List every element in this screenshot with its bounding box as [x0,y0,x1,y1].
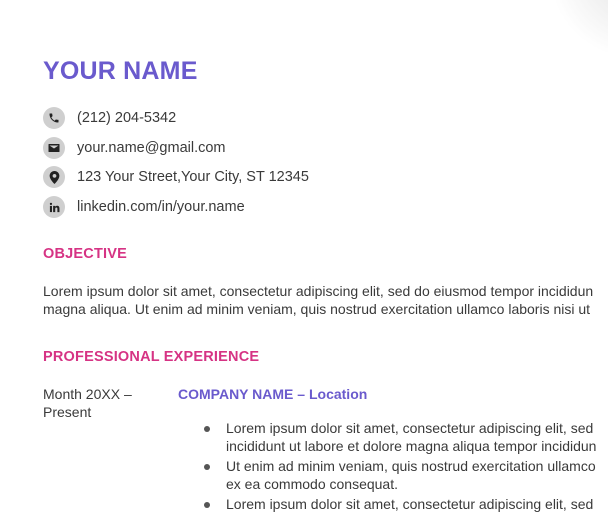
bullet-line: Ut enim ad minim veniam, quis nostrud ex… [226,458,596,474]
phone-icon [43,107,65,129]
contact-list: (212) 204-5342 your.name@gmail.com 123 Y… [43,107,309,226]
experience-heading: PROFESSIONAL EXPERIENCE [43,349,260,365]
linkedin-icon [43,196,65,219]
objective-paragraph: Lorem ipsum dolor sit amet, consectetur … [43,283,608,318]
bullet-dot-icon [204,502,210,508]
contact-phone: (212) 204-5342 [43,107,309,129]
envelope-icon [43,136,65,159]
bullet-dot-icon [204,426,210,432]
experience-dates: Month 20XX – Present [43,386,132,421]
contact-linkedin-text: linkedin.com/in/your.name [77,199,245,216]
experience-date-start: Month 20XX – [43,386,132,402]
location-pin-icon [43,166,65,189]
contact-email: your.name@gmail.com [43,136,309,159]
bullet-line: ex ea commodo consequat. [226,475,398,492]
objective-heading: OBJECTIVE [43,246,127,262]
objective-line: Lorem ipsum dolor sit amet, consectetur … [43,283,594,299]
experience-bullets: Lorem ipsum dolor sit amet, consectetur … [178,420,608,517]
list-item: Lorem ipsum dolor sit amet, consectetur … [178,496,608,514]
list-item: Lorem ipsum dolor sit amet, consectetur … [178,420,608,455]
contact-linkedin: linkedin.com/in/your.name [43,196,309,219]
company-separator: – [293,386,309,402]
experience-date-end: Present [43,403,92,420]
bullet-line: Lorem ipsum dolor sit amet, consectetur … [226,420,594,436]
company-name: COMPANY NAME [178,386,294,402]
page-curl-shadow [548,0,608,60]
bullet-line: incididunt ut labore et dolore magna ali… [226,437,597,454]
contact-email-text: your.name@gmail.com [77,139,226,156]
list-item: Ut enim ad minim veniam, quis nostrud ex… [178,458,608,493]
contact-address-text: 123 Your Street,Your City, ST 12345 [77,169,309,186]
bullet-line: Lorem ipsum dolor sit amet, consectetur … [226,496,594,512]
company-location: Location [308,386,368,402]
contact-address: 123 Your Street,Your City, ST 12345 [43,166,309,189]
experience-company-header: COMPANY NAME – Location [178,386,367,404]
resume-name: YOUR NAME [43,57,198,85]
resume-page: YOUR NAME (212) 204-5342 your.name@gmail… [0,0,608,523]
contact-phone-text: (212) 204-5342 [77,110,177,126]
objective-line: magna aliqua. Ut enim ad minim veniam, q… [43,300,591,317]
bullet-dot-icon [204,464,210,470]
